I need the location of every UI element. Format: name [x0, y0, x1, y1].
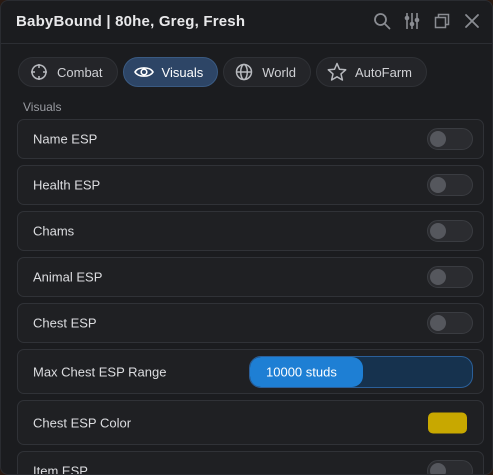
- color-swatch[interactable]: [428, 412, 467, 433]
- tab-visuals[interactable]: Visuals: [122, 57, 219, 87]
- setting-max-chest-range: Max Chest ESP Range 10000 studs: [17, 349, 484, 394]
- setting-item-esp: Item ESP: [17, 451, 484, 475]
- setting-chest-esp-color: Chest ESP Color: [17, 400, 484, 445]
- star-icon: [327, 62, 347, 82]
- name-esp-toggle[interactable]: [427, 128, 473, 150]
- chams-toggle[interactable]: [427, 220, 473, 242]
- setting-label: Animal ESP: [33, 269, 103, 285]
- animal-esp-toggle[interactable]: [427, 266, 473, 288]
- setting-label: Chams: [33, 223, 75, 239]
- toggle-knob: [430, 223, 446, 239]
- tab-autofarm[interactable]: AutoFarm: [315, 57, 428, 87]
- toggle-knob: [430, 269, 446, 285]
- setting-chest-esp: Chest ESP: [17, 303, 484, 343]
- setting-health-esp: Health ESP: [17, 165, 484, 205]
- setting-label: Name ESP: [33, 131, 98, 147]
- tab-label: Combat: [57, 64, 103, 80]
- globe-icon: [234, 62, 254, 82]
- section-heading: Visuals: [23, 100, 62, 114]
- slider-value: 10000 studs: [266, 364, 337, 379]
- tab-label: AutoFarm: [354, 64, 413, 80]
- restore-icon[interactable]: [432, 10, 452, 32]
- tab-world[interactable]: World: [223, 57, 311, 87]
- search-icon[interactable]: [372, 10, 392, 32]
- title-bar: BabyBound | 80he, Greg, Fresh: [1, 1, 492, 44]
- crosshair-icon: [29, 62, 49, 82]
- toggle-knob: [430, 463, 446, 474]
- toggle-knob: [430, 131, 446, 147]
- item-esp-toggle[interactable]: [427, 460, 473, 474]
- app-window: BabyBound | 80he, Greg, Fresh Combat Vis…: [0, 0, 493, 475]
- setting-animal-esp: Animal ESP: [17, 257, 484, 297]
- setting-label: Health ESP: [33, 177, 101, 193]
- tab-bar: Combat Visuals World AutoFarm: [18, 57, 428, 87]
- chest-esp-toggle[interactable]: [427, 312, 473, 334]
- setting-label: Item ESP: [33, 463, 88, 475]
- setting-name-esp: Name ESP: [17, 119, 484, 159]
- setting-label: Chest ESP Color: [33, 415, 132, 430]
- toggle-knob: [430, 315, 446, 331]
- sliders-icon[interactable]: [402, 10, 422, 32]
- setting-chams: Chams: [17, 211, 484, 251]
- max-chest-range-slider[interactable]: 10000 studs: [249, 355, 473, 388]
- toggle-knob: [430, 177, 446, 193]
- tab-label: World: [262, 64, 296, 80]
- setting-label: Chest ESP: [33, 315, 97, 331]
- setting-label: Max Chest ESP Range: [33, 364, 167, 379]
- title-actions: [372, 10, 482, 32]
- tab-label: Visuals: [161, 64, 204, 80]
- close-icon[interactable]: [462, 10, 482, 32]
- window-title: BabyBound | 80he, Greg, Fresh: [16, 13, 246, 30]
- tab-combat[interactable]: Combat: [18, 57, 118, 87]
- eye-icon: [133, 62, 154, 82]
- settings-list: Name ESP Health ESP Chams Animal ESP Che…: [17, 119, 484, 475]
- health-esp-toggle[interactable]: [427, 174, 473, 196]
